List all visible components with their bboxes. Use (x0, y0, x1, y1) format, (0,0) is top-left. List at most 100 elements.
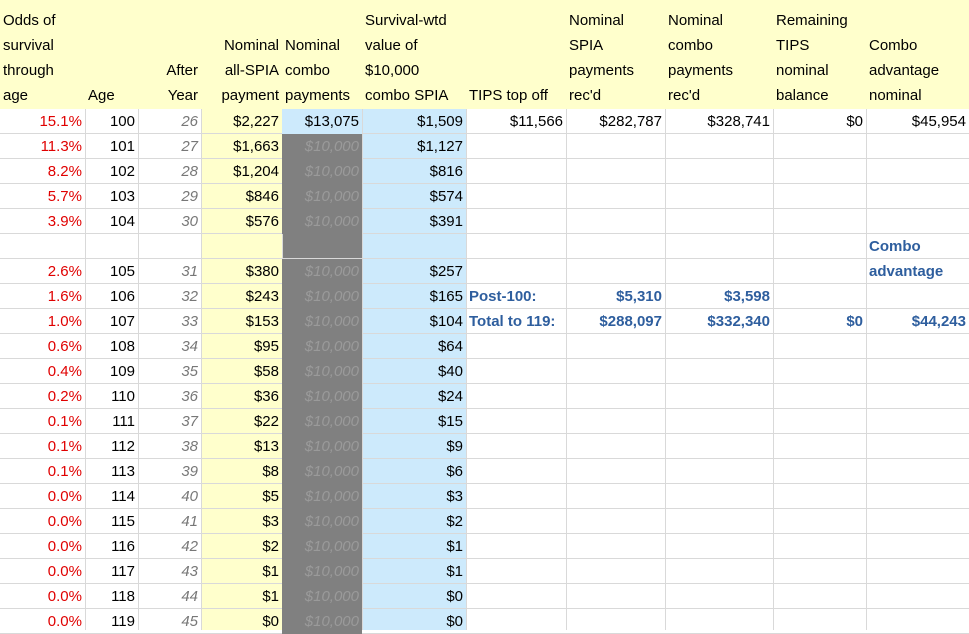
all-spia-cell[interactable]: $58 (201, 359, 282, 384)
survival-wtd-cell[interactable]: $64 (362, 334, 466, 359)
all-spia-cell[interactable]: $2 (201, 534, 282, 559)
all-spia-cell[interactable]: $3 (201, 509, 282, 534)
age-cell[interactable]: 114 (85, 484, 138, 509)
age-cell[interactable]: 112 (85, 434, 138, 459)
survival-wtd-cell[interactable]: $391 (362, 209, 466, 234)
survival-wtd-cell[interactable]: $1 (362, 559, 466, 584)
combo-payment-cell[interactable]: $10,000 (282, 309, 362, 334)
all-spia-cell[interactable]: $22 (201, 409, 282, 434)
combo-payment-cell[interactable]: $10,000 (282, 409, 362, 434)
year-cell[interactable]: 36 (138, 384, 201, 409)
combo-payment-cell[interactable]: $10,000 (282, 259, 362, 284)
odds-cell[interactable]: 0.2% (0, 384, 85, 409)
survival-wtd-cell[interactable]: $165 (362, 284, 466, 309)
odds-cell[interactable]: 0.0% (0, 609, 85, 634)
combo-payment-cell[interactable]: $10,000 (282, 184, 362, 209)
year-cell[interactable]: 28 (138, 159, 201, 184)
year-cell[interactable]: 40 (138, 484, 201, 509)
odds-cell[interactable]: 11.3% (0, 134, 85, 159)
combo-payment-cell[interactable]: $10,000 (282, 609, 362, 634)
year-cell[interactable]: 27 (138, 134, 201, 159)
year-cell[interactable]: 38 (138, 434, 201, 459)
survival-wtd-cell[interactable]: $816 (362, 159, 466, 184)
all-spia-cell[interactable]: $36 (201, 384, 282, 409)
odds-cell[interactable]: 5.7% (0, 184, 85, 209)
survival-wtd-cell[interactable]: $9 (362, 434, 466, 459)
combo-payment-cell[interactable]: $10,000 (282, 134, 362, 159)
odds-cell[interactable]: 0.4% (0, 359, 85, 384)
year-cell[interactable]: 29 (138, 184, 201, 209)
odds-cell[interactable]: 15.1% (0, 109, 85, 134)
odds-cell[interactable]: 0.0% (0, 484, 85, 509)
age-cell[interactable]: 106 (85, 284, 138, 309)
age-cell[interactable]: 119 (85, 609, 138, 634)
age-cell[interactable]: 110 (85, 384, 138, 409)
year-cell[interactable]: 35 (138, 359, 201, 384)
all-spia-cell[interactable]: $846 (201, 184, 282, 209)
odds-cell[interactable]: 0.6% (0, 334, 85, 359)
year-cell[interactable]: 44 (138, 584, 201, 609)
combo-payment-cell[interactable]: $10,000 (282, 434, 362, 459)
all-spia-cell[interactable]: $95 (201, 334, 282, 359)
age-cell[interactable]: 108 (85, 334, 138, 359)
first-row-crec[interactable]: $328,741 (665, 109, 773, 134)
survival-wtd-cell[interactable]: $1,509 (362, 109, 466, 134)
combo-payment-cell[interactable]: $10,000 (282, 584, 362, 609)
year-cell[interactable]: 37 (138, 409, 201, 434)
age-cell[interactable]: 113 (85, 459, 138, 484)
odds-cell[interactable]: 2.6% (0, 259, 85, 284)
survival-wtd-cell[interactable]: $0 (362, 584, 466, 609)
all-spia-cell[interactable]: $0 (201, 609, 282, 634)
survival-wtd-cell[interactable]: $1 (362, 534, 466, 559)
post100-combo[interactable]: $3,598 (665, 284, 773, 309)
survival-wtd-cell[interactable]: $3 (362, 484, 466, 509)
all-spia-cell[interactable]: $5 (201, 484, 282, 509)
combo-payment-cell[interactable]: $10,000 (282, 209, 362, 234)
combo-payment-cell[interactable]: $10,000 (282, 334, 362, 359)
odds-cell[interactable]: 0.1% (0, 459, 85, 484)
year-cell[interactable]: 30 (138, 209, 201, 234)
combo-payment-cell[interactable]: $10,000 (282, 359, 362, 384)
year-cell[interactable]: 45 (138, 609, 201, 634)
combo-payment-cell[interactable]: $13,075 (282, 109, 362, 134)
odds-cell[interactable]: 0.1% (0, 434, 85, 459)
age-cell[interactable]: 104 (85, 209, 138, 234)
age-cell[interactable]: 111 (85, 409, 138, 434)
age-cell[interactable]: 101 (85, 134, 138, 159)
survival-wtd-cell[interactable]: $104 (362, 309, 466, 334)
all-spia-cell[interactable]: $1 (201, 559, 282, 584)
first-row-rem[interactable]: $0 (773, 109, 866, 134)
odds-cell[interactable]: 3.9% (0, 209, 85, 234)
odds-cell[interactable]: 0.0% (0, 509, 85, 534)
age-cell[interactable]: 105 (85, 259, 138, 284)
odds-cell[interactable]: 0.0% (0, 584, 85, 609)
survival-wtd-cell[interactable]: $24 (362, 384, 466, 409)
survival-wtd-cell[interactable]: $2 (362, 509, 466, 534)
age-cell[interactable]: 109 (85, 359, 138, 384)
odds-cell[interactable]: 0.1% (0, 409, 85, 434)
year-cell[interactable]: 31 (138, 259, 201, 284)
age-cell[interactable]: 115 (85, 509, 138, 534)
year-cell[interactable]: 26 (138, 109, 201, 134)
year-cell[interactable]: 43 (138, 559, 201, 584)
survival-wtd-cell[interactable]: $1,127 (362, 134, 466, 159)
survival-wtd-cell[interactable]: $15 (362, 409, 466, 434)
odds-cell[interactable]: 0.0% (0, 559, 85, 584)
first-row-adv[interactable]: $45,954 (866, 109, 969, 134)
first-row-srec[interactable]: $282,787 (566, 109, 665, 134)
survival-wtd-cell[interactable]: $257 (362, 259, 466, 284)
combo-payment-cell[interactable]: $10,000 (282, 384, 362, 409)
survival-wtd-cell[interactable]: $0 (362, 609, 466, 634)
combo-payment-cell[interactable]: $10,000 (282, 559, 362, 584)
age-cell[interactable]: 107 (85, 309, 138, 334)
first-row-tips[interactable]: $11,566 (466, 109, 566, 134)
odds-cell[interactable]: 8.2% (0, 159, 85, 184)
all-spia-cell[interactable]: $1,204 (201, 159, 282, 184)
combo-payment-cell[interactable]: $10,000 (282, 459, 362, 484)
all-spia-cell[interactable]: $2,227 (201, 109, 282, 134)
survival-wtd-cell[interactable]: $6 (362, 459, 466, 484)
year-cell[interactable]: 33 (138, 309, 201, 334)
total-advantage[interactable]: $44,243 (866, 309, 969, 334)
combo-payment-cell[interactable]: $10,000 (282, 509, 362, 534)
year-cell[interactable]: 32 (138, 284, 201, 309)
